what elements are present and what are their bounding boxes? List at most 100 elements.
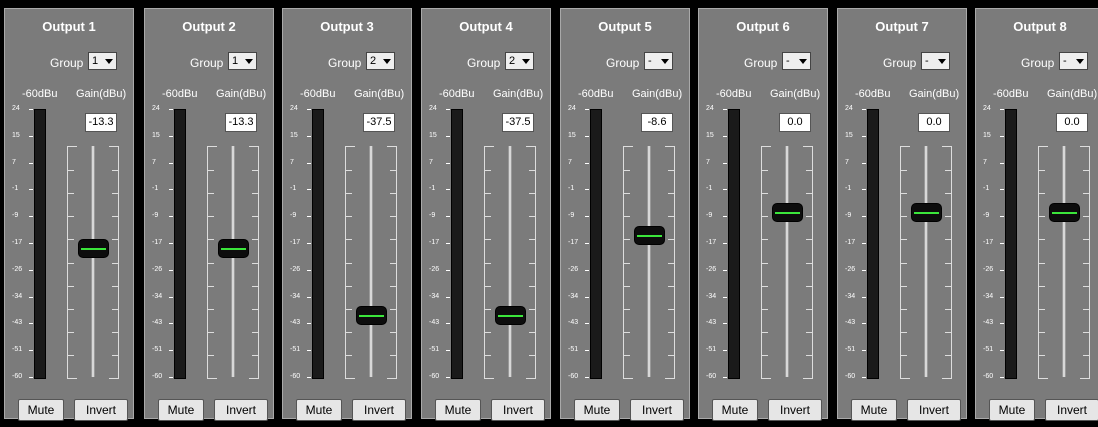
meter-tick: 7 bbox=[983, 158, 1004, 168]
fader-scale-left bbox=[900, 146, 910, 379]
fader-knob[interactable] bbox=[78, 239, 109, 259]
mute-button[interactable]: Mute bbox=[851, 399, 897, 421]
mute-button[interactable]: Mute bbox=[296, 399, 342, 421]
meter-tick: -51 bbox=[983, 345, 1004, 355]
group-value: 2 bbox=[509, 55, 516, 67]
invert-button[interactable]: Invert bbox=[352, 399, 406, 421]
gain-value-field[interactable]: 0.0 bbox=[918, 113, 950, 132]
group-value: - bbox=[1063, 55, 1067, 67]
group-select[interactable]: - bbox=[1059, 52, 1088, 70]
meter-tick: -26 bbox=[152, 265, 173, 275]
meter-tick: -26 bbox=[983, 265, 1004, 275]
group-select[interactable]: 1 bbox=[228, 52, 257, 70]
fader-scale-left bbox=[345, 146, 355, 379]
level-meter bbox=[728, 109, 740, 379]
group-value: - bbox=[648, 55, 652, 67]
meter-tick: -60 bbox=[845, 372, 866, 382]
mute-button[interactable]: Mute bbox=[435, 399, 481, 421]
invert-button[interactable]: Invert bbox=[1045, 399, 1098, 421]
gain-value-field[interactable]: 0.0 bbox=[779, 113, 811, 132]
gain-label: Gain(dBu) bbox=[909, 88, 960, 100]
meter-tick: -43 bbox=[429, 318, 450, 328]
mute-button[interactable]: Mute bbox=[712, 399, 758, 421]
gain-label: Gain(dBu) bbox=[1047, 88, 1098, 100]
invert-button[interactable]: Invert bbox=[491, 399, 545, 421]
meter-tick: 15 bbox=[706, 131, 727, 141]
group-select[interactable]: - bbox=[782, 52, 811, 70]
meter-tick: -60 bbox=[152, 372, 173, 382]
fader-knob[interactable] bbox=[634, 226, 665, 246]
gain-value-field[interactable]: -8.6 bbox=[641, 113, 673, 132]
meter-floor-label: -60dBu bbox=[855, 88, 891, 100]
level-meter bbox=[34, 109, 46, 379]
output-title: Output 2 bbox=[182, 19, 236, 34]
fader-track[interactable] bbox=[231, 146, 235, 377]
invert-button[interactable]: Invert bbox=[768, 399, 822, 421]
fader-knob[interactable] bbox=[911, 202, 942, 222]
fader-track[interactable] bbox=[647, 146, 651, 377]
fader-knob[interactable] bbox=[772, 202, 803, 222]
meter-tick: 15 bbox=[12, 131, 33, 141]
fader-track[interactable] bbox=[508, 146, 512, 377]
invert-button[interactable]: Invert bbox=[214, 399, 268, 421]
gain-value-field[interactable]: -37.5 bbox=[502, 113, 534, 132]
fader-track[interactable] bbox=[924, 146, 928, 377]
output-strips: Output 1 Group 1 -60dBu Gain(dBu) -13.3 24 15… bbox=[0, 0, 1098, 427]
gain-value-field[interactable]: 0.0 bbox=[1056, 113, 1088, 132]
output-strip-3: Output 3 Group 2 -60dBu Gain(dBu) -37.5 24 15… bbox=[282, 8, 412, 421]
meter-tick: 24 bbox=[152, 104, 173, 114]
meter-tick: 24 bbox=[12, 104, 33, 114]
group-label: Group bbox=[190, 56, 224, 70]
mute-button[interactable]: Mute bbox=[989, 399, 1035, 421]
fader-knob[interactable] bbox=[356, 305, 387, 325]
level-meter bbox=[590, 109, 602, 379]
meter-tick: -26 bbox=[290, 265, 311, 275]
meter-tick: 24 bbox=[290, 104, 311, 114]
chevron-down-icon bbox=[383, 59, 391, 64]
meter-tick: 7 bbox=[845, 158, 866, 168]
meter-tick: 7 bbox=[290, 158, 311, 168]
mute-button[interactable]: Mute bbox=[574, 399, 620, 421]
fader-track[interactable] bbox=[1062, 146, 1066, 377]
gain-value-field[interactable]: -13.3 bbox=[225, 113, 257, 132]
meter-tick: -43 bbox=[706, 318, 727, 328]
group-select[interactable]: - bbox=[921, 52, 950, 70]
meter-tick: -1 bbox=[152, 184, 173, 194]
meter-tick: -43 bbox=[290, 318, 311, 328]
fader-scale-right bbox=[387, 146, 397, 379]
meter-tick: 15 bbox=[568, 131, 589, 141]
fader-scale-right bbox=[665, 146, 675, 379]
group-select[interactable]: - bbox=[644, 52, 673, 70]
meter-tick: -51 bbox=[429, 345, 450, 355]
output-title: Output 6 bbox=[736, 19, 790, 34]
meter-tick: -43 bbox=[12, 318, 33, 328]
group-select[interactable]: 2 bbox=[505, 52, 534, 70]
level-meter bbox=[1005, 109, 1017, 379]
fader-knob[interactable] bbox=[495, 305, 526, 325]
invert-button[interactable]: Invert bbox=[630, 399, 684, 421]
mute-button[interactable]: Mute bbox=[158, 399, 204, 421]
fader-knob[interactable] bbox=[1049, 202, 1080, 222]
fader-track[interactable] bbox=[785, 146, 789, 377]
fader-scale-left bbox=[623, 146, 633, 379]
output-strip-2: Output 2 Group 1 -60dBu Gain(dBu) -13.3 24 15… bbox=[144, 8, 274, 421]
invert-button[interactable]: Invert bbox=[74, 399, 128, 421]
group-select[interactable]: 2 bbox=[366, 52, 395, 70]
meter-tick: -51 bbox=[12, 345, 33, 355]
invert-button[interactable]: Invert bbox=[907, 399, 961, 421]
group-value: 1 bbox=[232, 55, 239, 67]
chevron-down-icon bbox=[938, 59, 946, 64]
group-label: Group bbox=[328, 56, 362, 70]
group-label: Group bbox=[744, 56, 778, 70]
mute-button[interactable]: Mute bbox=[18, 399, 64, 421]
output-title: Output 4 bbox=[459, 19, 513, 34]
output-strip-5: Output 5 Group - -60dBu Gain(dBu) -8.6 24 15 7… bbox=[560, 8, 690, 421]
fader-scale-left bbox=[67, 146, 77, 379]
group-select[interactable]: 1 bbox=[88, 52, 117, 70]
fader-knob[interactable] bbox=[218, 239, 249, 259]
gain-value-field[interactable]: -13.3 bbox=[85, 113, 117, 132]
fader-track[interactable] bbox=[91, 146, 95, 377]
meter-tick: -60 bbox=[290, 372, 311, 382]
gain-value-field[interactable]: -37.5 bbox=[363, 113, 395, 132]
fader-track[interactable] bbox=[369, 146, 373, 377]
